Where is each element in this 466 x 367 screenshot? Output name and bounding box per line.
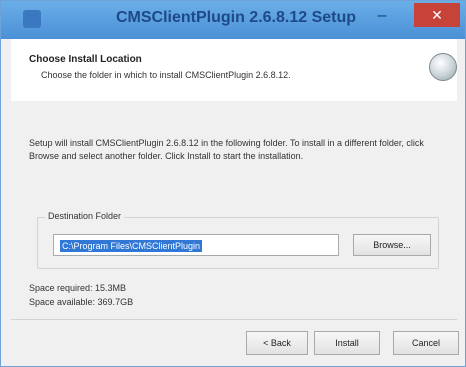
destination-folder-input[interactable]: C:\Program Files\CMSClientPlugin bbox=[53, 234, 339, 256]
window-title: CMSClientPlugin 2.6.8.12 Setup bbox=[115, 9, 357, 26]
installer-window: CMSClientPlugin 2.6.8.12 Setup – ✕ Choos… bbox=[0, 0, 466, 367]
install-description: Setup will install CMSClientPlugin 2.6.8… bbox=[29, 138, 424, 161]
space-available: Space available: 369.7GB bbox=[29, 297, 134, 307]
destination-folder-value: C:\Program Files\CMSClientPlugin bbox=[60, 240, 203, 252]
close-button[interactable]: ✕ bbox=[414, 3, 460, 27]
cancel-button[interactable]: Cancel bbox=[393, 331, 459, 355]
destination-folder-label: Destination Folder bbox=[45, 211, 125, 221]
page-title: Choose Install Location bbox=[29, 54, 142, 65]
title-bar[interactable]: CMSClientPlugin 2.6.8.12 Setup – ✕ bbox=[1, 1, 465, 39]
wizard-header: Choose Install Location Choose the folde… bbox=[11, 39, 457, 102]
browse-button[interactable]: Browse... bbox=[353, 234, 431, 256]
footer-divider bbox=[11, 319, 457, 320]
app-icon bbox=[23, 10, 41, 28]
install-button[interactable]: Install bbox=[314, 331, 380, 355]
back-button[interactable]: < Back bbox=[246, 331, 308, 355]
space-required: Space required: 15.3MB bbox=[29, 283, 127, 293]
installer-disc-icon bbox=[429, 53, 457, 81]
minimize-button[interactable]: – bbox=[367, 7, 397, 27]
page-subtitle: Choose the folder in which to install CM… bbox=[41, 70, 291, 80]
